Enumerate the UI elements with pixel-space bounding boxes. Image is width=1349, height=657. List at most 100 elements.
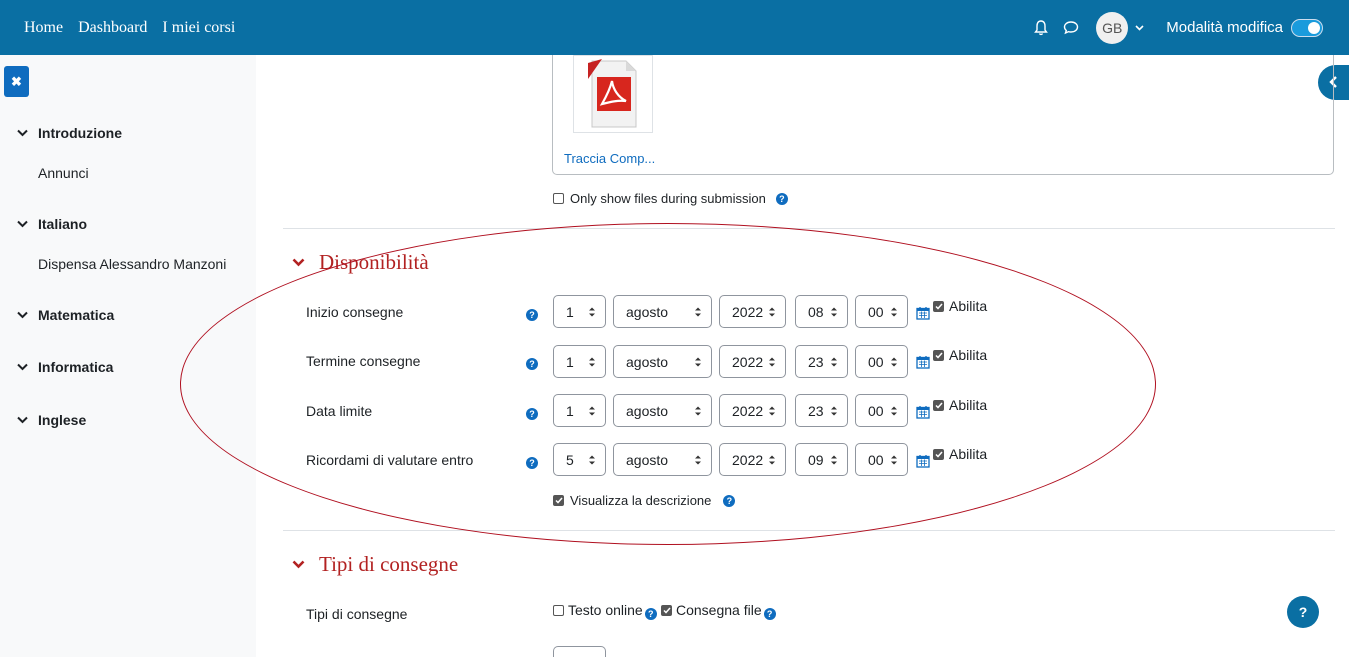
online-text-option: Testo online ? [553, 600, 657, 620]
edit-mode-toggle[interactable] [1291, 18, 1323, 37]
select-arrows-icon [891, 406, 897, 416]
user-avatar[interactable]: GB [1096, 11, 1129, 44]
pdf-file-thumbnail[interactable] [573, 55, 653, 133]
due-month-select[interactable]: agosto [613, 345, 712, 378]
reminder-minute-select[interactable]: 00 [855, 443, 908, 476]
bell-icon[interactable] [1032, 19, 1050, 37]
file-name-link[interactable]: Traccia Comp... [564, 151, 655, 166]
reminder-day-select[interactable]: 5 [553, 443, 606, 476]
select-value: 2022 [732, 402, 764, 419]
cutoff-minute-select[interactable]: 00 [855, 394, 908, 427]
calendar-icon[interactable] [916, 405, 930, 419]
select-arrows-icon [769, 455, 775, 465]
nav-link-home[interactable]: Home [24, 19, 63, 37]
edit-mode-label: Modalità modifica [1166, 19, 1283, 36]
nav-link-dashboard[interactable]: Dashboard [78, 19, 147, 37]
sidebar-item-annunci[interactable]: Annunci [38, 165, 89, 181]
help-icon[interactable]: ? [723, 494, 736, 507]
select-value: 00 [868, 451, 884, 468]
select-value: 00 [868, 353, 884, 370]
close-drawer-button[interactable]: ✖ [4, 66, 29, 97]
sidebar-section-matematica[interactable]: Matematica [17, 307, 114, 323]
calendar-icon[interactable] [916, 454, 930, 468]
reminder-year-select[interactable]: 2022 [719, 443, 786, 476]
calendar-icon[interactable] [916, 306, 930, 320]
select-arrows-icon [769, 357, 775, 367]
select-arrows-icon [589, 406, 595, 416]
sidebar-section-inglese[interactable]: Inglese [17, 412, 86, 428]
grading-reminder-label: Ricordami di valutare entro [306, 452, 474, 468]
start-hour-select[interactable]: 08 [795, 295, 848, 328]
pdf-icon [588, 59, 637, 128]
chevron-down-icon[interactable] [1135, 22, 1144, 34]
cutoff-enable-option: Abilita [933, 397, 987, 413]
user-navigation: GB Modalità modifica [1032, 0, 1323, 55]
due-year-select[interactable]: 2022 [719, 345, 786, 378]
start-enable-checkbox[interactable] [933, 300, 944, 312]
select-value: 1 [566, 402, 574, 419]
cutoff-hour-select[interactable]: 23 [795, 394, 848, 427]
chevron-down-icon [292, 560, 305, 569]
nav-link-my-courses[interactable]: I miei corsi [162, 19, 235, 37]
select-arrows-icon [891, 357, 897, 367]
sidebar-section-introduzione[interactable]: Introduzione [17, 125, 122, 141]
calendar-icon[interactable] [916, 355, 930, 369]
cutoff-date-label: Data limite [306, 403, 373, 419]
reminder-enable-checkbox[interactable] [933, 448, 944, 460]
due-minute-select[interactable]: 00 [855, 345, 908, 378]
select-arrows-icon [831, 307, 837, 317]
reminder-hour-select[interactable]: 09 [795, 443, 848, 476]
sidebar-item-dispensa[interactable]: Dispensa Alessandro Manzoni [38, 256, 226, 272]
due-enable-option: Abilita [933, 347, 987, 363]
reminder-month-select[interactable]: agosto [613, 443, 712, 476]
start-year-select[interactable]: 2022 [719, 295, 786, 328]
sidebar-section-label: Italiano [38, 216, 88, 232]
file-submission-checkbox[interactable] [661, 604, 672, 616]
submission-types-section-header[interactable]: Tipi di consegne [292, 552, 458, 577]
show-description-checkbox[interactable] [553, 495, 564, 506]
select-value: 1 [566, 353, 574, 370]
chevron-down-icon [292, 258, 305, 267]
cutoff-month-select[interactable]: agosto [613, 394, 712, 427]
cutoff-enable-checkbox[interactable] [933, 399, 944, 411]
help-icon[interactable]: ? [644, 608, 657, 620]
select-value: agosto [626, 402, 669, 419]
select-arrows-icon [589, 357, 595, 367]
cutoff-year-select[interactable]: 2022 [719, 394, 786, 427]
only-show-files-checkbox[interactable] [553, 193, 564, 204]
start-month-select[interactable]: agosto [613, 295, 712, 328]
help-icon[interactable]: ? [526, 408, 538, 420]
due-enable-checkbox[interactable] [933, 349, 944, 361]
help-icon[interactable]: ? [526, 309, 538, 321]
sidebar-section-informatica[interactable]: Informatica [17, 359, 113, 375]
help-icon[interactable]: ? [526, 358, 538, 370]
chevron-down-icon [17, 129, 29, 137]
help-icon[interactable]: ? [775, 192, 788, 205]
help-button[interactable]: ? [1287, 596, 1319, 628]
select-arrows-icon [695, 307, 701, 317]
due-hour-select[interactable]: 23 [795, 345, 848, 378]
select-arrows-icon [891, 455, 897, 465]
reminder-enable-option: Abilita [933, 446, 987, 462]
show-description-option: Visualizza la descrizione ? [553, 493, 736, 508]
primary-navigation: Home Dashboard I miei corsi [24, 19, 250, 37]
availability-section-header[interactable]: Disponibilità [292, 250, 429, 275]
cutoff-day-select[interactable]: 1 [553, 394, 606, 427]
sidebar-section-label: Inglese [38, 412, 87, 428]
select-value: 2022 [732, 303, 764, 320]
file-submission-label: Consegna file [676, 602, 762, 618]
online-text-label: Testo online [568, 602, 643, 618]
help-icon[interactable]: ? [526, 457, 538, 469]
select-value: 2022 [732, 353, 764, 370]
sidebar-section-italiano[interactable]: Italiano [17, 216, 87, 232]
start-day-select[interactable]: 1 [553, 295, 606, 328]
partial-input-field[interactable] [553, 646, 606, 657]
help-icon[interactable]: ? [763, 608, 776, 620]
select-value: agosto [626, 303, 669, 320]
select-value: 09 [808, 451, 824, 468]
enable-label: Abilita [949, 446, 988, 462]
chat-icon[interactable] [1062, 19, 1080, 37]
start-minute-select[interactable]: 00 [855, 295, 908, 328]
online-text-checkbox[interactable] [553, 604, 564, 616]
due-day-select[interactable]: 1 [553, 345, 606, 378]
